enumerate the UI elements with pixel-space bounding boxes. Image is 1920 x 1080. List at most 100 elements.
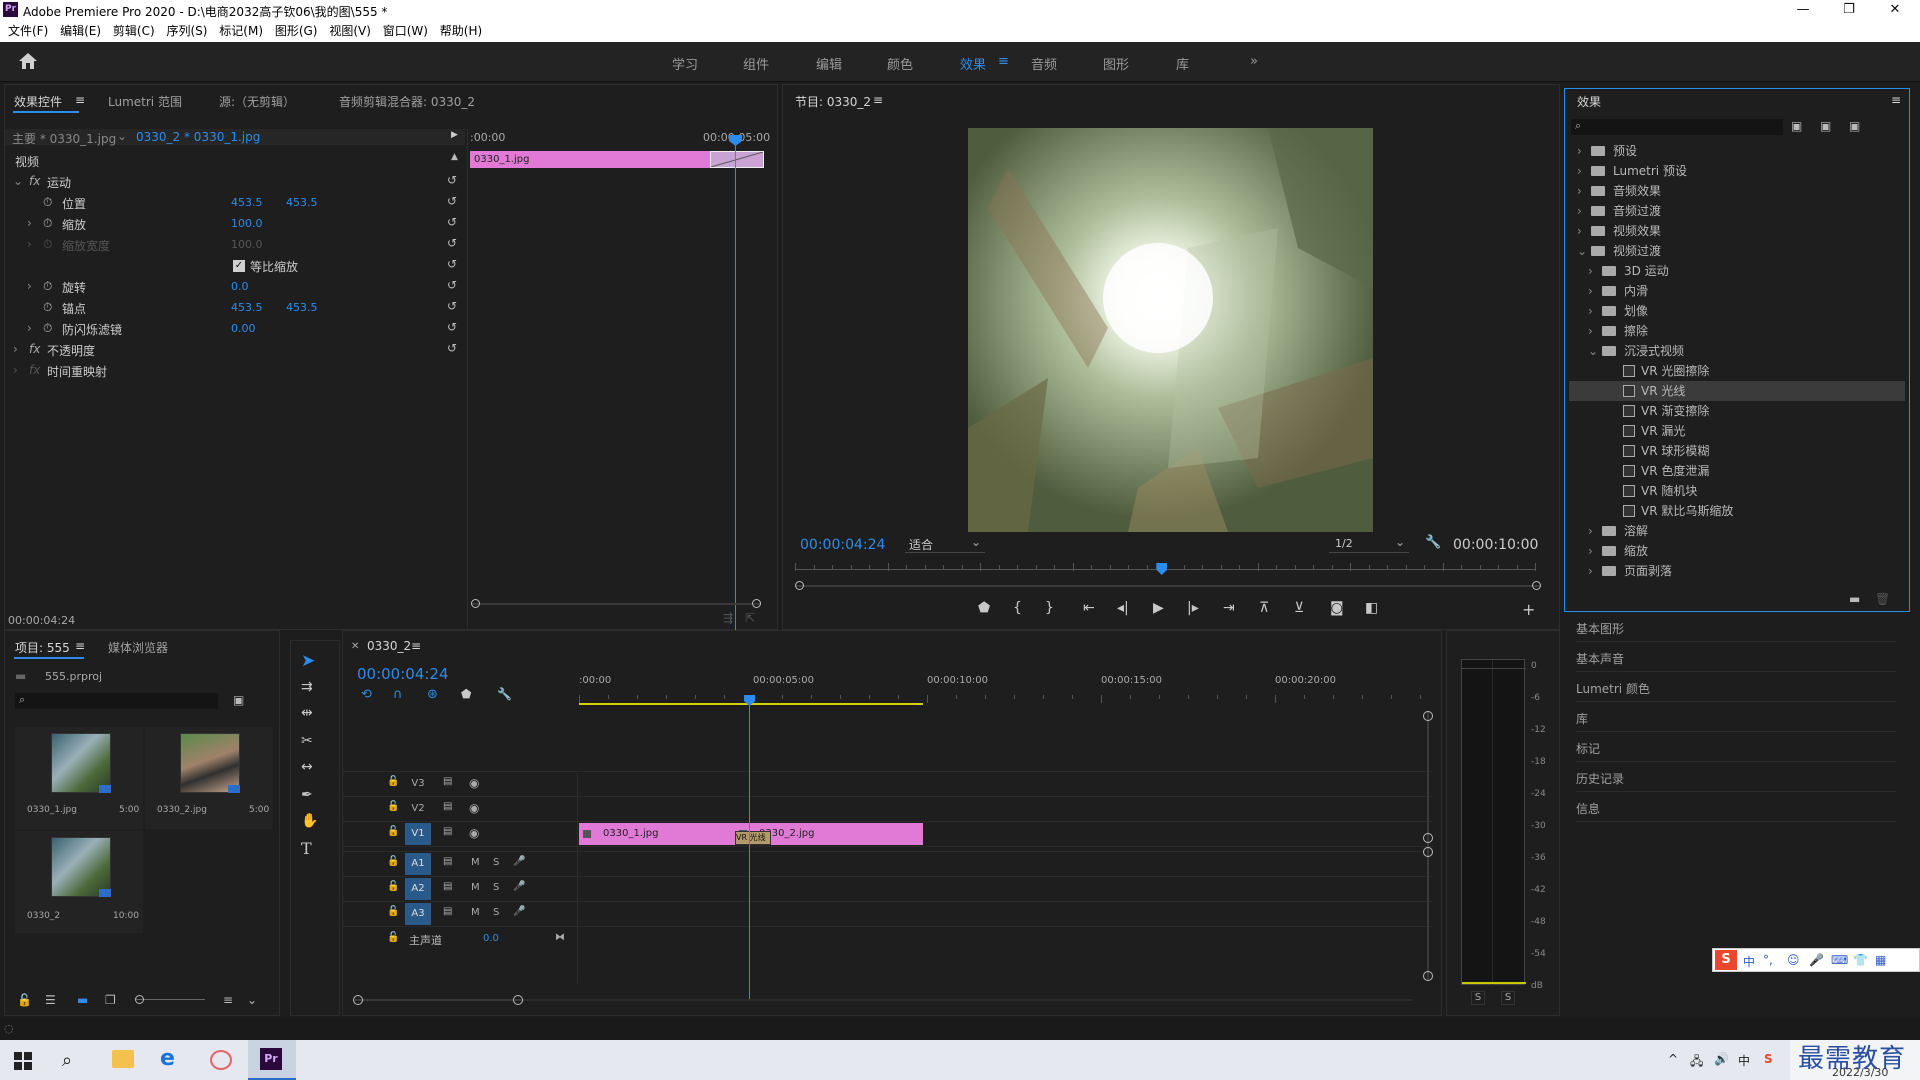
tab-lumetri-scopes[interactable]: Lumetri 范围 <box>108 93 182 110</box>
sync-lock-icon[interactable]: ▤ <box>443 776 452 787</box>
add-marker-icon[interactable]: ⬟ <box>461 687 471 701</box>
anti-flicker-expand-icon[interactable]: › <box>27 321 32 335</box>
rotation-value[interactable]: 0.0 <box>231 280 249 293</box>
linked-selection-icon[interactable]: ⊛ <box>427 687 438 702</box>
microphone-icon[interactable]: 🎤 <box>513 856 525 867</box>
effects-folder[interactable]: ⌄ 沉浸式视频 <box>1569 341 1905 361</box>
track-target-label[interactable]: V2 <box>405 798 431 820</box>
mark-in-icon[interactable]: { <box>1013 600 1022 616</box>
list-view-icon[interactable]: ☰ <box>45 993 56 1007</box>
icon-view-icon[interactable]: ▬ <box>77 993 88 1007</box>
lock-icon[interactable]: 🔓 <box>387 906 399 917</box>
skin-icon[interactable]: 👕 <box>1853 953 1868 967</box>
ripple-edit-tool-icon[interactable]: ⇹ <box>301 705 313 721</box>
effects-search[interactable]: ⌕ <box>1571 119 1783 135</box>
close-button[interactable]: ✕ <box>1872 0 1918 20</box>
effects-folder[interactable]: ⌄ 视频过渡 <box>1569 241 1905 261</box>
program-video-frame[interactable] <box>968 128 1373 532</box>
reset-icon[interactable]: ↺ <box>447 257 457 271</box>
file-explorer-icon[interactable] <box>112 1050 134 1068</box>
workspace-audio[interactable]: 音频 <box>1031 54 1057 73</box>
effects-folder[interactable]: › 页面剥落 <box>1569 561 1905 581</box>
solo-button[interactable]: S <box>493 857 499 868</box>
ec-timecode[interactable]: 00:00:04:24 <box>8 614 75 627</box>
accelerated-effects-icon[interactable]: ▣ <box>1791 119 1802 133</box>
menu-file[interactable]: 文件(F) <box>8 20 48 42</box>
mute-button[interactable]: M <box>471 857 480 868</box>
menu-window[interactable]: 窗口(W) <box>383 20 428 42</box>
workspace-menu-icon[interactable]: ≡ <box>998 54 1009 69</box>
scale-value[interactable]: 100.0 <box>231 217 263 230</box>
effects-folder[interactable]: › 预设 <box>1569 141 1905 161</box>
effects-item[interactable]: VR 光圈擦除 <box>1569 361 1905 381</box>
mark-out-icon[interactable]: } <box>1045 600 1054 616</box>
mute-button[interactable]: M <box>471 882 480 893</box>
search-icon[interactable]: ⌕ <box>62 1050 72 1071</box>
stopwatch-icon[interactable]: ⏱ <box>43 279 52 294</box>
anchor-x-value[interactable]: 453.5 <box>231 301 263 314</box>
program-timecode[interactable]: 00:00:04:24 <box>800 537 885 553</box>
zoom-slider[interactable] <box>135 999 205 1000</box>
track-target-label[interactable]: A1 <box>405 853 431 875</box>
project-item[interactable]: 0330_2 10:00 <box>15 831 143 933</box>
effects-folder[interactable]: › 音频过渡 <box>1569 201 1905 221</box>
timeline-vertical-scrollbar[interactable] <box>1423 711 1433 981</box>
chevron-right-icon[interactable]: › <box>1577 221 1582 241</box>
panel-menu-icon[interactable]: ≡ <box>411 639 421 653</box>
maximize-button[interactable]: ❐ <box>1826 0 1872 20</box>
ec-playhead-handle[interactable] <box>729 135 742 146</box>
sync-lock-icon[interactable]: ▤ <box>443 826 452 837</box>
microphone-icon[interactable]: 🎤 <box>1809 953 1824 967</box>
input-method-icon[interactable]: 中 <box>1738 1052 1750 1069</box>
menu-graphics[interactable]: 图形(G) <box>275 20 318 42</box>
tab-effect-controls[interactable]: 效果控件 <box>14 93 62 110</box>
ec-playhead[interactable] <box>735 137 736 678</box>
more-workspaces-icon[interactable]: » <box>1250 54 1258 69</box>
ime-punctuation[interactable]: °, <box>1763 953 1773 967</box>
lock-icon[interactable]: 🔓 <box>387 932 399 943</box>
pen-tool-icon[interactable]: ✒ <box>301 787 313 803</box>
fit-dropdown[interactable]: 适合 ⌄ <box>905 535 985 553</box>
keyboard-icon[interactable]: ⌨ <box>1831 953 1848 967</box>
chevron-right-icon[interactable]: › <box>1588 561 1593 581</box>
solo-button[interactable]: S <box>493 882 499 893</box>
menu-markers[interactable]: 标记(M) <box>219 20 263 42</box>
tab-audio-clip-mixer[interactable]: 音频剪辑混合器: 0330_2 <box>339 93 475 110</box>
transition-clip[interactable]: VR 光线 <box>735 831 771 845</box>
workspace-assembly[interactable]: 组件 <box>743 54 769 73</box>
panel-menu-icon[interactable]: ≡ <box>75 93 85 107</box>
reset-icon[interactable]: ↺ <box>447 236 457 250</box>
timeline-timecode[interactable]: 00:00:04:24 <box>357 665 449 683</box>
effects-folder[interactable]: › 内滑 <box>1569 281 1905 301</box>
track-target-label[interactable]: A2 <box>405 878 431 900</box>
ec-clip[interactable]: 0330_1.jpg <box>470 151 710 168</box>
effects-search-input[interactable] <box>1589 120 1779 134</box>
position-y-value[interactable]: 453.5 <box>286 196 318 209</box>
workspace-editing[interactable]: 编辑 <box>816 54 842 73</box>
premiere-taskbar-button[interactable]: Pr <box>248 1040 296 1080</box>
emoji-icon[interactable]: ☺ <box>1787 953 1800 967</box>
network-icon[interactable]: 🖧 <box>1690 1052 1703 1073</box>
play-icon[interactable]: ▶ <box>1153 600 1164 616</box>
toolbox-icon[interactable]: ▦ <box>1875 953 1886 967</box>
stopwatch-icon[interactable]: ⏱ <box>43 300 52 315</box>
add-marker-icon[interactable]: ⬟ <box>978 600 990 616</box>
effects-item[interactable]: VR 光线 <box>1569 381 1905 401</box>
mute-button[interactable]: M <box>471 907 480 918</box>
lock-icon[interactable]: 🔓 <box>387 801 399 812</box>
panel-menu-icon[interactable]: ≡ <box>75 639 85 653</box>
track-target-label[interactable]: V3 <box>405 773 431 795</box>
volume-icon[interactable]: 🔊 <box>1714 1052 1729 1066</box>
anti-flicker-value[interactable]: 0.00 <box>231 322 256 335</box>
collapsed-panel-tab[interactable]: 基本图形 <box>1576 620 1896 642</box>
reset-icon[interactable]: ↺ <box>447 278 457 292</box>
collapsed-panel-tab[interactable]: 历史记录 <box>1576 770 1896 792</box>
track-target-label[interactable]: V1 <box>405 823 431 845</box>
eye-icon[interactable]: ◉ <box>469 801 479 815</box>
ime-toolbar[interactable]: S 中 °, ☺ 🎤 ⌨ 👕 ▦ <box>1712 948 1920 972</box>
program-playhead[interactable] <box>1156 563 1168 575</box>
timeline-clip-1[interactable]: 0330_1.jpg <box>579 823 735 845</box>
32bit-effects-icon[interactable]: ▣ <box>1820 119 1831 133</box>
position-x-value[interactable]: 453.5 <box>231 196 263 209</box>
chevron-right-icon[interactable]: › <box>1588 541 1593 561</box>
